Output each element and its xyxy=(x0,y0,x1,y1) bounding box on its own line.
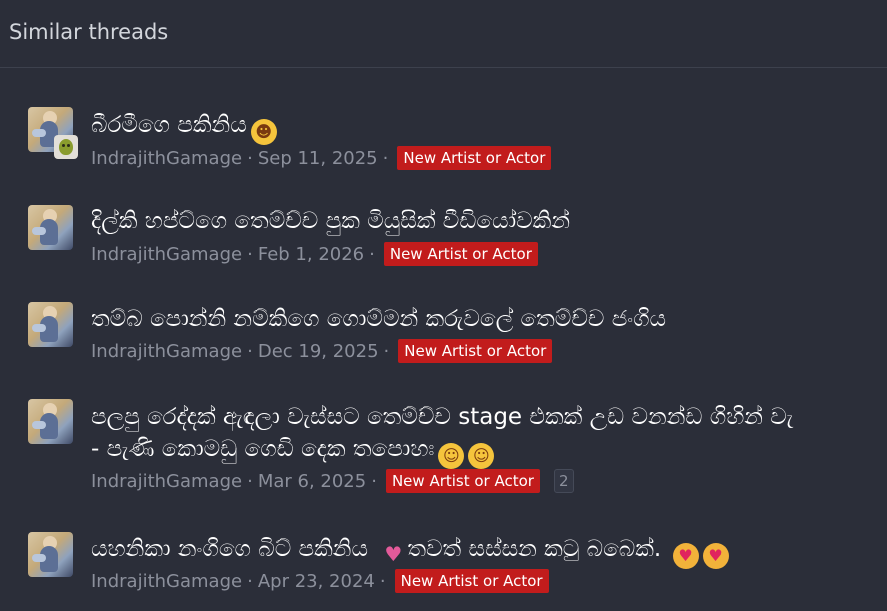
thread-date[interactable]: Sep 11, 2025 xyxy=(258,148,378,169)
thread-title-link[interactable]: දිල්කි හප්ට්ගෙ තෙම්ච්ච පුක මියුසික් වීඩි… xyxy=(91,207,570,235)
rolling-on-floor-laughing-icon: ☺ xyxy=(438,443,465,469)
author-link[interactable]: IndrajithGamage xyxy=(91,571,242,592)
thread-title-link[interactable]: යහනිකා නංගිගෙ බිට් පකිනිය ♥ තවත් සස්සන කට… xyxy=(91,535,729,569)
thread-meta: IndrajithGamage · Apr 23, 2024 · New Artist … xyxy=(91,569,549,594)
thread-date[interactable]: Apr 23, 2024 xyxy=(258,571,375,592)
thread-title-text[interactable]: තම්බ පොන්නි නම්කිගෙ ගොම්මන් කරුවලේ තෙම්ච… xyxy=(91,306,666,332)
reply-count-badge[interactable]: 2 xyxy=(553,469,574,493)
author-link[interactable]: IndrajithGamage xyxy=(91,471,242,492)
thread-title-text[interactable]: බීරමීගෙ පකිනිය xyxy=(91,112,247,138)
prefix-label[interactable]: New Artist or Actor xyxy=(398,339,553,363)
thread-meta: IndrajithGamage · Sep 11, 2025 · New Artist … xyxy=(91,146,552,171)
author-link[interactable]: IndrajithGamage xyxy=(91,244,242,265)
thread-meta: IndrajithGamage · Mar 6, 2025 · New Artist o… xyxy=(91,469,574,494)
thread-title-part1[interactable]: යහනිකා නංගිගෙ බිට් පකිනිය xyxy=(91,536,368,562)
block-title: Similar threads xyxy=(9,20,169,44)
block-header: Similar threads xyxy=(0,0,887,68)
secondary-avatar[interactable] xyxy=(54,135,78,159)
prefix-label[interactable]: New Artist or Actor xyxy=(385,469,540,493)
thread-date[interactable]: Feb 1, 2026 xyxy=(258,244,364,265)
thread-title-line1[interactable]: පලපු රෙද්දක් ඇඳලා වැස්සට තෙම්ච්ච stage එ… xyxy=(91,404,793,430)
author-avatar[interactable] xyxy=(28,532,73,577)
rolling-on-floor-laughing-icon: ☺ xyxy=(468,443,495,469)
author-link[interactable]: IndrajithGamage xyxy=(91,148,242,169)
prefix-label[interactable]: New Artist or Actor xyxy=(394,569,549,593)
author-link[interactable]: IndrajithGamage xyxy=(91,341,242,362)
thread-meta: IndrajithGamage · Dec 19, 2025 · New Artist … xyxy=(91,339,553,364)
author-avatar[interactable] xyxy=(28,302,73,347)
thread-title-line2[interactable]: - පැණි කොමඩු ගෙඩි දෙක තපොහඃ xyxy=(91,436,434,462)
star-struck-icon: ♥ xyxy=(702,543,729,569)
similar-threads-block: Similar threads බීරමීගෙ පකිනිය ☻ Indrajit… xyxy=(0,0,887,611)
thread-title-link[interactable]: තම්බ පොන්නි නම්කිගෙ ගොම්මන් කරුවලේ තෙම්ච… xyxy=(91,305,666,333)
prefix-label[interactable]: New Artist or Actor xyxy=(383,242,538,266)
star-struck-icon: ♥ xyxy=(672,543,699,569)
thread-title-text[interactable]: දිල්කි හප්ට්ගෙ තෙම්ච්ච පුක මියුසික් වීඩි… xyxy=(91,208,570,234)
prefix-label[interactable]: New Artist or Actor xyxy=(397,146,552,170)
grinning-face-icon: ☻ xyxy=(250,119,277,145)
thread-date[interactable]: Mar 6, 2025 xyxy=(258,471,366,492)
thread-title-part2[interactable]: තවත් සස්සන කටු බබෙක්. xyxy=(407,536,661,562)
thread-date[interactable]: Dec 19, 2025 xyxy=(258,341,379,362)
bikini-icon: ♥ xyxy=(384,542,403,566)
thread-title-link[interactable]: පලපු රෙද්දක් ඇඳලා වැස්සට තෙම්ච්ච stage එ… xyxy=(91,403,793,431)
thread-title-link[interactable]: බීරමීගෙ පකිනිය ☻ xyxy=(91,111,277,145)
author-avatar[interactable] xyxy=(28,205,73,250)
author-avatar[interactable] xyxy=(28,399,73,444)
thread-meta: IndrajithGamage · Feb 1, 2026 · New Artist o… xyxy=(91,242,538,267)
thread-title-link-line2[interactable]: - පැණි කොමඩු ගෙඩි දෙක තපොහඃ ☺ ☺ xyxy=(91,435,495,469)
